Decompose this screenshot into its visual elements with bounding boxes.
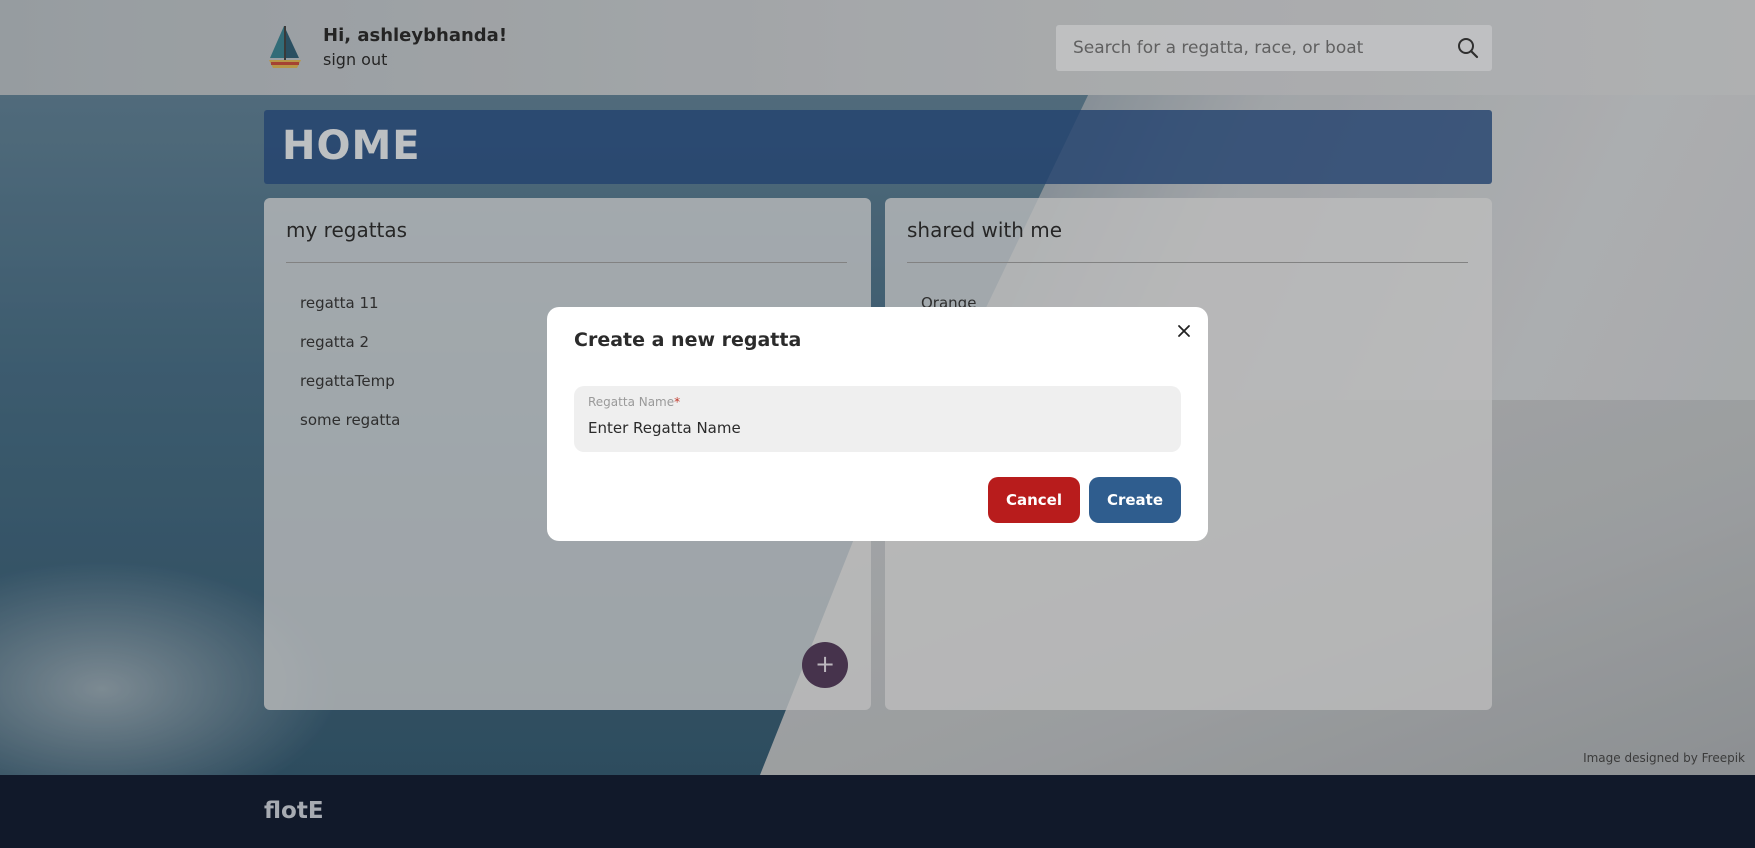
footer-brand: flotE	[264, 798, 324, 824]
regatta-name-input[interactable]	[588, 416, 1168, 440]
dialog-title: Create a new regatta	[574, 329, 802, 351]
close-icon[interactable]	[1174, 321, 1194, 341]
cancel-button[interactable]: Cancel	[988, 477, 1080, 523]
regatta-name-field: Regatta Name*	[574, 386, 1181, 452]
create-regatta-dialog: Create a new regatta Regatta Name* Cance…	[547, 307, 1208, 541]
create-button[interactable]: Create	[1089, 477, 1181, 523]
required-mark: *	[674, 395, 681, 409]
footer: flotE	[0, 775, 1755, 848]
regatta-name-label: Regatta Name*	[588, 395, 681, 409]
